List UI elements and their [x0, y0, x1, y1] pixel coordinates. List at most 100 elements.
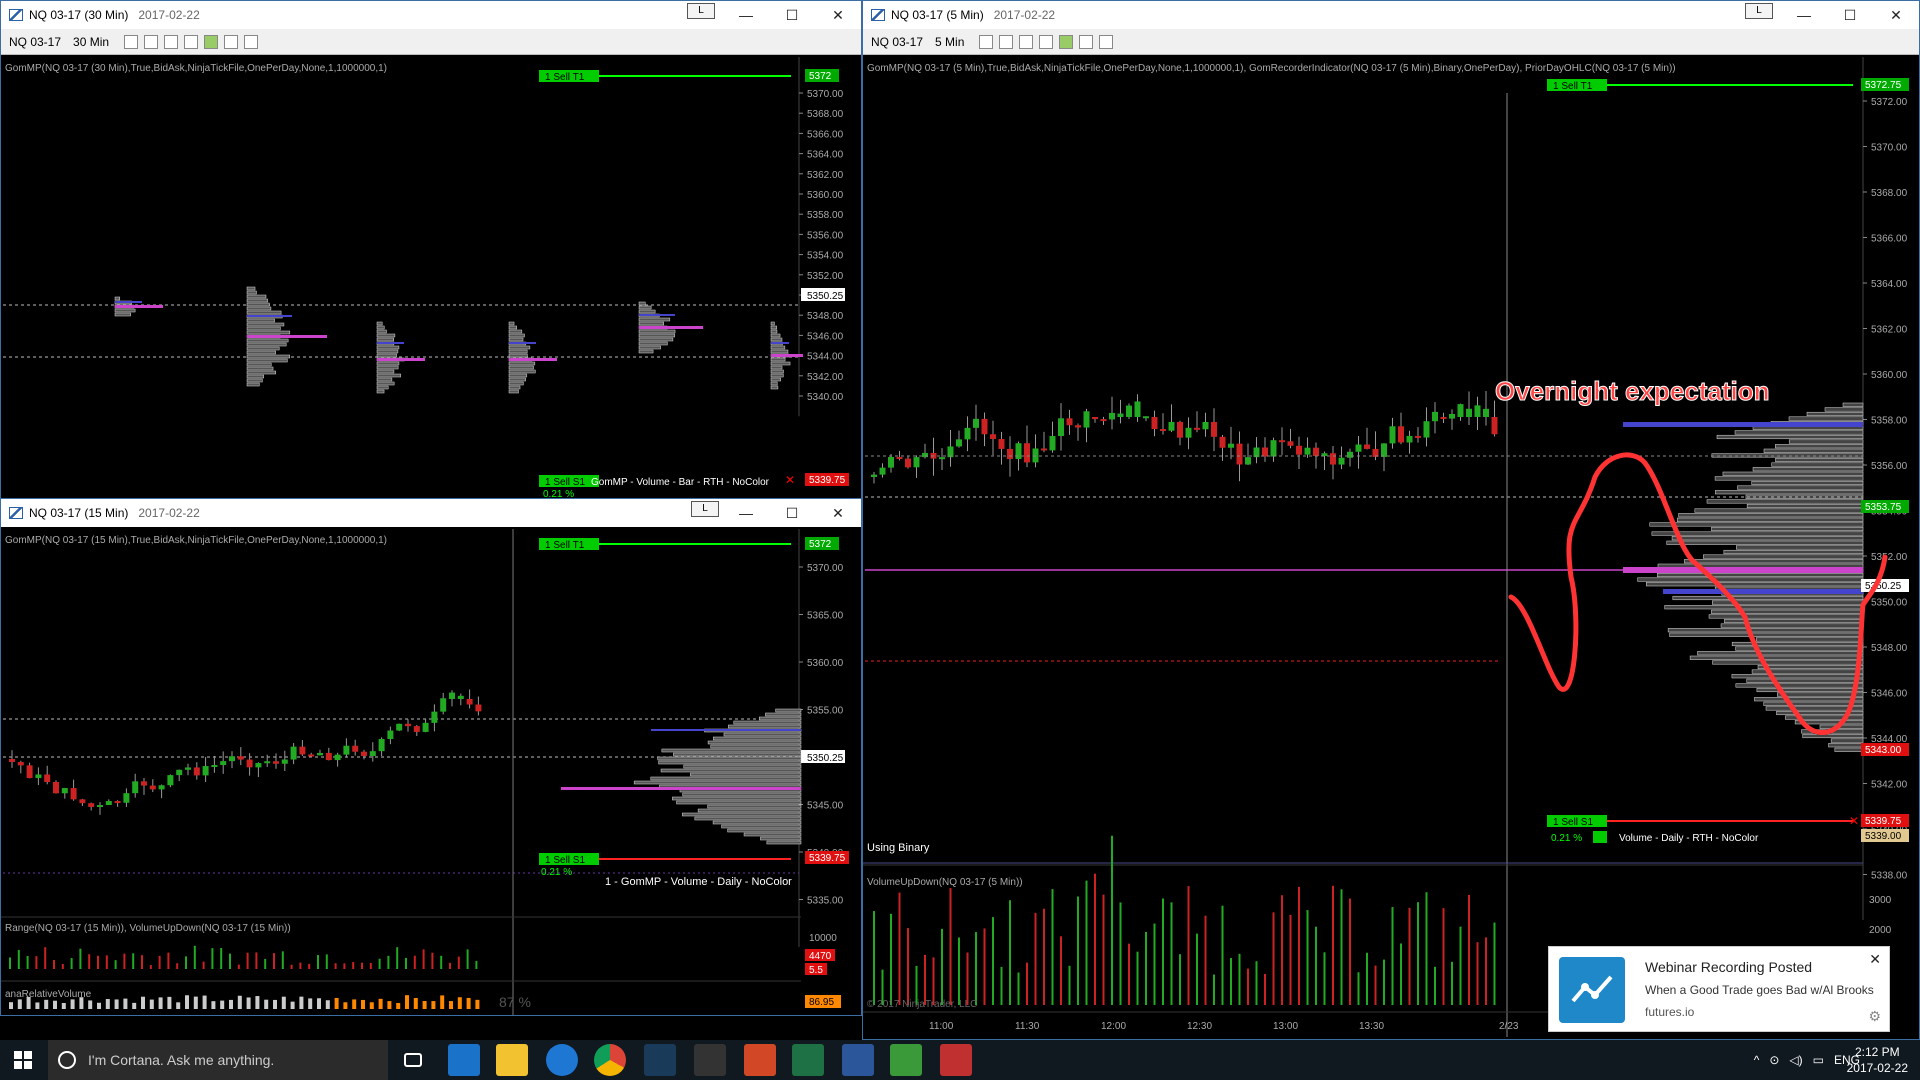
gear-icon[interactable]: ⚙ — [1868, 1008, 1881, 1025]
drawing-tool-icon[interactable] — [124, 34, 139, 49]
zoom-icon[interactable] — [184, 34, 199, 49]
volume-profile-bar — [246, 378, 263, 383]
volume-profile-bar — [697, 808, 802, 813]
edge-icon[interactable] — [546, 1044, 578, 1076]
notification-toast[interactable]: Webinar Recording Posted When a Good Tra… — [1548, 946, 1890, 1032]
price-panel-30min[interactable]: 5370.00 5368.00 5366.00 5364.00 5362.00 5360.… — [1, 57, 861, 500]
outlook-icon[interactable] — [448, 1044, 480, 1076]
relative-volume-bar — [167, 996, 172, 1009]
link-button[interactable]: L — [687, 3, 715, 19]
volume-bar — [229, 953, 231, 969]
keyboard-icon[interactable]: ▭ — [1813, 1053, 1824, 1067]
price-panel-15min[interactable]: 5370.00 5365.00 5360.00 5355.00 5350.25 5345.… — [1, 529, 861, 1015]
instrument-selector[interactable]: NQ 03-17 — [871, 35, 923, 49]
volume-bar — [405, 957, 407, 969]
pencil-icon[interactable] — [144, 34, 159, 49]
volume-profile-bar — [508, 389, 519, 394]
ninjatrader-icon[interactable] — [694, 1044, 726, 1076]
candle — [308, 754, 315, 757]
maximize-button[interactable]: ☐ — [769, 7, 815, 24]
volume-bar — [97, 955, 99, 969]
candle — [167, 775, 174, 786]
title-bar[interactable]: NQ 03-17 (30 Min) 2017-02-22 L — ☐ ✕ — [1, 1, 861, 29]
volume-profile-bar — [765, 712, 802, 717]
volume-bar — [941, 928, 943, 1005]
volume-profile-bar — [728, 724, 802, 729]
axis-tick-label: 5345.00 — [807, 801, 844, 812]
volume-bar — [1111, 835, 1113, 1005]
relative-volume-bar — [220, 1000, 225, 1009]
volume-bar — [1196, 933, 1198, 1005]
toast-title: Webinar Recording Posted — [1645, 959, 1813, 975]
instrument-selector[interactable]: NQ 03-17 — [9, 35, 61, 49]
maximize-button[interactable]: ☐ — [769, 505, 815, 522]
task-view-icon[interactable] — [404, 1053, 422, 1067]
title-bar[interactable]: NQ 03-17 (5 Min) 2017-02-22 L — ☐ ✕ — [863, 1, 1919, 29]
excel-icon[interactable] — [792, 1044, 824, 1076]
volume-profile-bar — [246, 306, 272, 311]
maximize-button[interactable]: ☐ — [1827, 7, 1873, 24]
volume-profile-bar — [1763, 448, 1864, 453]
link-button[interactable]: L — [691, 501, 719, 517]
app-green-icon[interactable] — [890, 1044, 922, 1076]
chart-window-15min[interactable]: NQ 03-17 (15 Min) 2017-02-22 L — ☐ ✕ Gom… — [0, 498, 862, 1016]
word-icon[interactable] — [842, 1044, 874, 1076]
app-red-icon[interactable] — [940, 1044, 972, 1076]
time-axis-label: 13:30 — [1359, 1021, 1384, 1032]
price-panel-5min[interactable]: 5372.00 5370.00 5368.00 5366.00 5364.00 5362.… — [863, 57, 1919, 1039]
close-button[interactable]: ✕ — [1873, 7, 1919, 24]
indicators-icon[interactable] — [1059, 34, 1074, 49]
period-selector[interactable]: 5 Min — [935, 35, 964, 49]
relative-volume-bar — [475, 999, 480, 1009]
relative-volume-bar — [255, 996, 260, 1009]
chevron-up-icon[interactable]: ^ — [1754, 1053, 1760, 1067]
zoom-icon[interactable] — [1039, 34, 1054, 49]
powerpoint-icon[interactable] — [744, 1044, 776, 1076]
network-icon[interactable]: ⊙ — [1769, 1053, 1779, 1067]
volume-profile-bar — [246, 362, 272, 367]
bar-type-icon[interactable] — [979, 34, 994, 49]
close-x-icon[interactable]: ✕ — [785, 473, 795, 487]
candle — [973, 418, 979, 428]
chart-toolbar: NQ 03-17 5 Min — [863, 29, 1919, 55]
chart-window-30min[interactable]: NQ 03-17 (30 Min) 2017-02-22 L — ☐ ✕ NQ … — [0, 0, 862, 500]
cortana-search-box[interactable]: I'm Cortana. Ask me anything. — [48, 1040, 388, 1080]
period-selector[interactable]: 30 Min — [73, 35, 109, 49]
clock[interactable]: 2:12 PM 2017-02-22 — [1847, 1044, 1908, 1076]
volume-icon[interactable]: ◁) — [1789, 1053, 1802, 1067]
candle — [132, 781, 139, 794]
candle — [255, 763, 262, 768]
strategies-icon[interactable] — [224, 34, 239, 49]
chrome-icon[interactable] — [594, 1044, 626, 1076]
crosshair-icon[interactable] — [1019, 34, 1034, 49]
title-bar[interactable]: NQ 03-17 (15 Min) 2017-02-22 L — ☐ ✕ — [1, 499, 861, 527]
close-button[interactable]: ✕ — [815, 505, 861, 522]
volume-profile-bar — [770, 377, 781, 382]
crosshair-icon[interactable] — [164, 34, 179, 49]
link-button[interactable]: L — [1745, 3, 1773, 19]
window-date: 2017-02-22 — [138, 8, 200, 22]
candle — [325, 752, 332, 761]
pencil-icon[interactable] — [999, 34, 1014, 49]
minimize-button[interactable]: — — [723, 505, 769, 521]
file-explorer-icon[interactable] — [496, 1044, 528, 1076]
tws-icon[interactable] — [644, 1044, 676, 1076]
properties-icon[interactable] — [244, 34, 259, 49]
properties-icon[interactable] — [1099, 34, 1114, 49]
close-icon[interactable]: ✕ — [1869, 951, 1881, 968]
relative-volume-bar — [405, 995, 409, 1009]
minimize-button[interactable]: — — [1781, 7, 1827, 23]
windows-start-icon[interactable] — [14, 1051, 32, 1069]
strategies-icon[interactable] — [1079, 34, 1094, 49]
volume-bar — [1153, 923, 1156, 1005]
volume-profile-bar — [1775, 444, 1864, 449]
close-x-icon[interactable]: ✕ — [1849, 814, 1859, 828]
minimize-button[interactable]: — — [723, 7, 769, 23]
indicators-icon[interactable] — [204, 34, 219, 49]
candle — [422, 722, 429, 732]
volume-profile-bar — [508, 349, 528, 354]
chart-window-5min[interactable]: NQ 03-17 (5 Min) 2017-02-22 L — ☐ ✕ NQ 0… — [862, 0, 1920, 1040]
volume-profile-bar — [1711, 609, 1864, 614]
candle — [1474, 405, 1481, 417]
close-button[interactable]: ✕ — [815, 7, 861, 24]
